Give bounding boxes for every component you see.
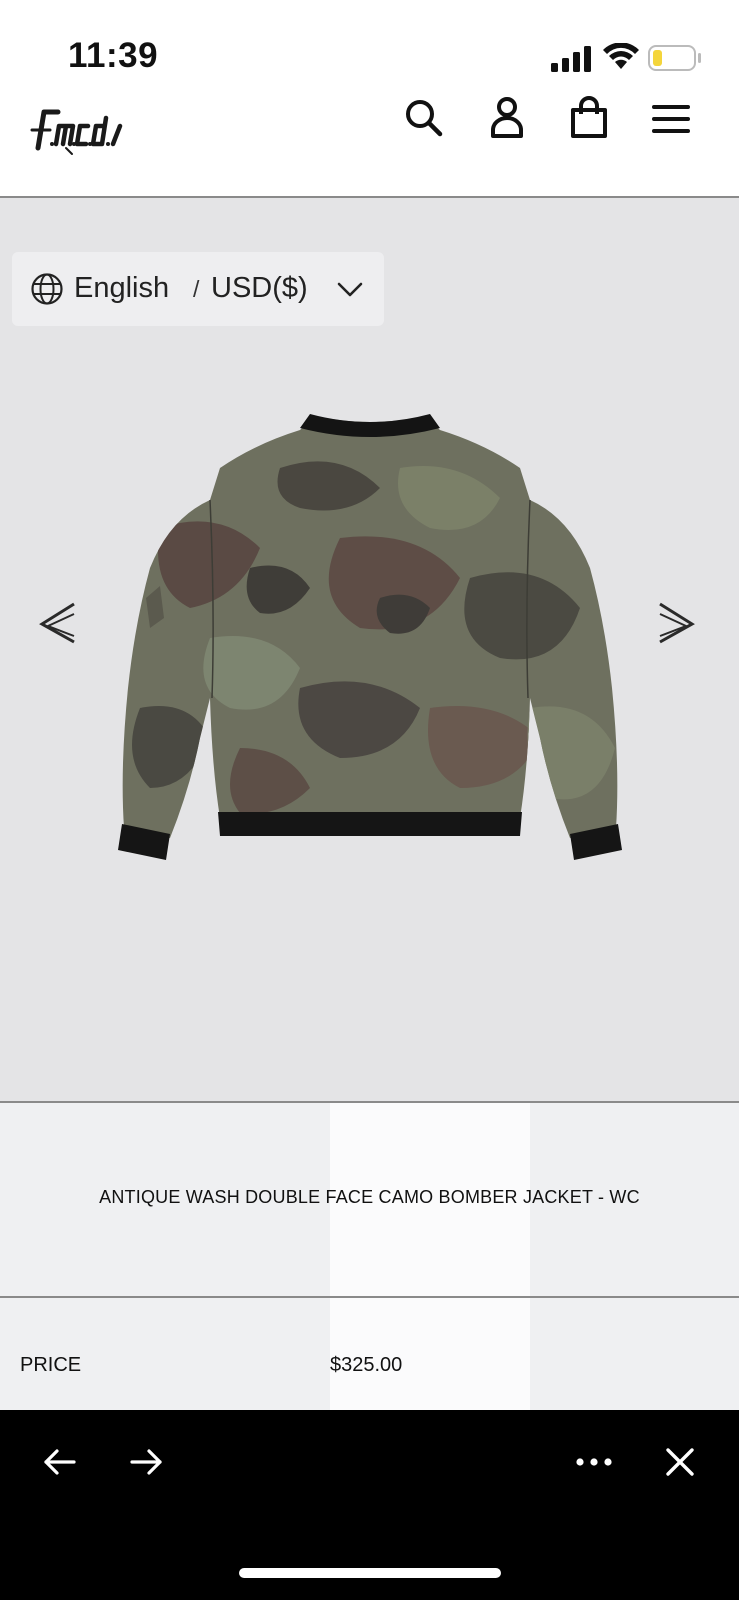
forward-arrow-icon[interactable]	[126, 1442, 166, 1482]
product-title: ANTIQUE WASH DOUBLE FACE CAMO BOMBER JAC…	[99, 1187, 640, 1207]
language-label: English	[74, 272, 170, 304]
back-arrow-icon[interactable]	[40, 1442, 80, 1482]
home-indicator[interactable]	[239, 1568, 501, 1578]
menu-icon[interactable]	[650, 96, 694, 140]
cart-icon[interactable]	[567, 96, 611, 140]
product-gallery: English / USD($)	[0, 198, 739, 1101]
price-label: PRICE	[20, 1354, 82, 1376]
price-value: $325.00	[330, 1354, 403, 1376]
status-time: 11:39	[68, 36, 159, 75]
more-icon[interactable]	[574, 1442, 614, 1482]
wifi-icon	[603, 43, 639, 69]
signal-icon	[551, 46, 591, 72]
locale-separator: /	[193, 276, 200, 302]
chevron-down-icon	[337, 282, 363, 297]
product-title-row: ANTIQUE WASH DOUBLE FACE CAMO BOMBER JAC…	[0, 1103, 739, 1296]
currency-label: USD($)	[211, 272, 308, 304]
chevron-left-double-icon[interactable]	[36, 598, 78, 646]
price-row: PRICE $325.00	[0, 1298, 739, 1410]
search-icon[interactable]	[402, 96, 446, 140]
locale-selector[interactable]: English / USD($)	[12, 252, 384, 326]
chevron-right-double-icon[interactable]	[656, 598, 698, 646]
close-icon[interactable]	[660, 1442, 700, 1482]
brand-logo[interactable]	[28, 104, 128, 156]
battery-icon	[648, 45, 701, 71]
globe-icon	[31, 273, 63, 305]
account-icon[interactable]	[485, 96, 529, 140]
product-image[interactable]	[100, 408, 640, 878]
